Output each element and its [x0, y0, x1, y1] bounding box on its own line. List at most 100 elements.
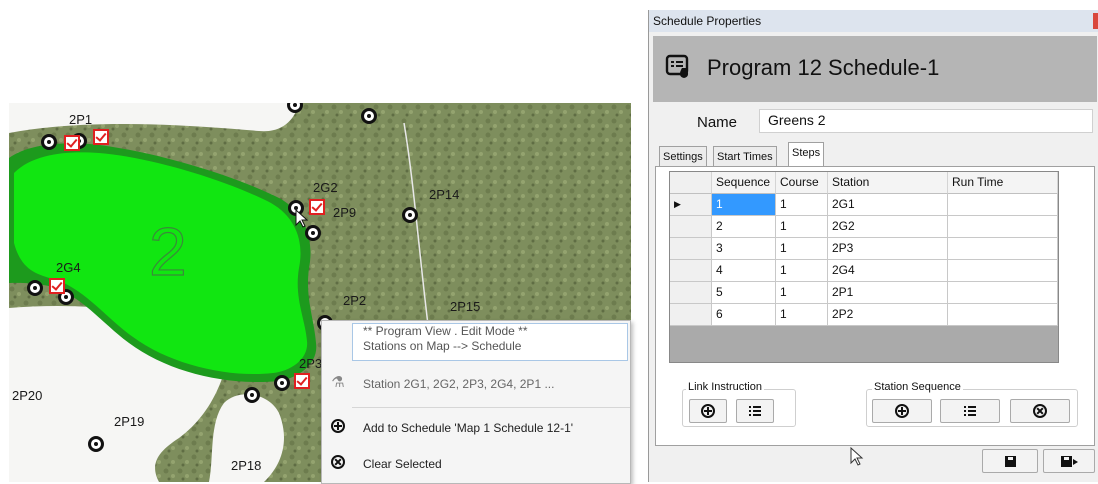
link-list-button[interactable] [736, 399, 774, 423]
cell-run-time[interactable] [948, 260, 1058, 282]
name-input[interactable]: Greens 2 [759, 109, 1093, 133]
clear-selected-label: Clear Selected [363, 457, 442, 471]
sprinkler-head[interactable] [27, 280, 43, 296]
station-label-2p19: 2P19 [114, 414, 145, 429]
save-and-close-button[interactable] [1043, 449, 1095, 473]
column-header-sequence[interactable]: Sequence [712, 172, 776, 194]
cell-station[interactable]: 2P2 [828, 304, 948, 326]
row-selector[interactable] [670, 282, 712, 304]
row-selector[interactable] [670, 238, 712, 260]
tab-start-times[interactable]: Start Times [713, 146, 777, 166]
table-row[interactable]: 6 1 2P2 [670, 304, 1058, 326]
program-schedule-icon [665, 54, 689, 78]
sprinkler-head[interactable] [244, 387, 260, 403]
row-selector[interactable] [670, 216, 712, 238]
station-sequence-label: Station Sequence [872, 381, 963, 393]
sprinkler-head[interactable] [402, 207, 418, 223]
add-to-schedule-menu-item[interactable]: Add to Schedule 'Map 1 Schedule 12-1' [322, 415, 630, 441]
row-selector[interactable] [670, 304, 712, 326]
station-label-2g4: 2G4 [56, 260, 81, 275]
cell-station[interactable]: 2G4 [828, 260, 948, 282]
window-titlebar[interactable]: Schedule Properties [649, 10, 1098, 32]
context-menu-header: ** Program View . Edit Mode ** Stations … [352, 323, 628, 361]
cell-course[interactable]: 1 [776, 260, 828, 282]
table-row[interactable]: 5 1 2P1 [670, 282, 1058, 304]
selected-check-icon[interactable] [49, 278, 65, 294]
row-selector[interactable]: ▶ [670, 194, 712, 216]
station-label-2g2: 2G2 [313, 180, 338, 195]
plus-circle-icon [895, 404, 909, 418]
schedule-title: Program 12 Schedule-1 [707, 55, 940, 80]
cell-course[interactable]: 1 [776, 216, 828, 238]
sprinkler-station-icon: ⚗ [331, 374, 345, 391]
list-icon [749, 406, 761, 416]
column-header-course[interactable]: Course [776, 172, 828, 194]
schedule-properties-dialog[interactable]: Schedule Properties Program 12 Schedule-… [648, 10, 1098, 482]
cell-run-time[interactable] [948, 238, 1058, 260]
link-instruction-label: Link Instruction [686, 381, 764, 393]
list-icon [964, 406, 976, 416]
cell-course[interactable]: 1 [776, 282, 828, 304]
tab-steps[interactable]: Steps [788, 142, 825, 167]
cell-course[interactable]: 1 [776, 238, 828, 260]
station-label-2p20: 2P20 [12, 388, 43, 403]
column-header-run-time[interactable]: Run Time [948, 172, 1058, 194]
cell-station[interactable]: 2P3 [828, 238, 948, 260]
map-context-menu[interactable]: ** Program View . Edit Mode ** Stations … [321, 320, 631, 484]
steps-grid[interactable]: Sequence Course Station Run Time ▶ 1 1 2… [669, 171, 1059, 363]
cell-run-time[interactable] [948, 194, 1058, 216]
menu-separator [352, 407, 630, 408]
sprinkler-head[interactable] [274, 375, 290, 391]
cell-run-time[interactable] [948, 304, 1058, 326]
cell-sequence[interactable]: 5 [712, 282, 776, 304]
close-window-button[interactable] [1093, 13, 1098, 29]
mouse-pointer-icon [850, 447, 864, 466]
table-row[interactable]: ▶ 1 1 2G1 [670, 194, 1058, 216]
station-remove-button[interactable] [1010, 399, 1070, 423]
sprinkler-head[interactable] [88, 436, 104, 452]
cell-sequence[interactable]: 3 [712, 238, 776, 260]
green-number-label: 2 [149, 214, 187, 290]
station-label-2p1: 2P1 [69, 112, 93, 127]
schedule-header: Program 12 Schedule-1 [653, 36, 1097, 102]
station-label-2p3: 2P3 [299, 356, 323, 371]
link-add-button[interactable] [689, 399, 727, 423]
cell-station[interactable]: 2G2 [828, 216, 948, 238]
table-row[interactable]: 2 1 2G2 [670, 216, 1058, 238]
window-title: Schedule Properties [653, 14, 762, 28]
cell-sequence[interactable]: 2 [712, 216, 776, 238]
selected-check-icon[interactable] [64, 135, 80, 151]
cell-station[interactable]: 2G1 [828, 194, 948, 216]
selected-check-icon[interactable] [309, 199, 325, 215]
grid-header-row: Sequence Course Station Run Time [670, 172, 1058, 194]
station-list-button[interactable] [940, 399, 1000, 423]
station-label-2p14: 2P14 [429, 187, 460, 202]
cell-course[interactable]: 1 [776, 194, 828, 216]
add-to-schedule-label: Add to Schedule 'Map 1 Schedule 12-1' [363, 421, 574, 435]
context-menu-direction-text: Stations on Map --> Schedule [363, 339, 522, 353]
table-row[interactable]: 3 1 2P3 [670, 238, 1058, 260]
cell-sequence[interactable]: 1 [712, 194, 776, 216]
clear-selected-menu-item[interactable]: Clear Selected [322, 451, 630, 477]
cell-run-time[interactable] [948, 282, 1058, 304]
tab-settings[interactable]: Settings [659, 146, 707, 166]
selected-check-icon[interactable] [294, 373, 310, 389]
close-circle-icon [330, 455, 346, 471]
save-button[interactable] [982, 449, 1038, 473]
cell-sequence[interactable]: 6 [712, 304, 776, 326]
save-icon [1004, 455, 1016, 467]
cell-sequence[interactable]: 4 [712, 260, 776, 282]
plus-circle-icon [701, 404, 715, 418]
steps-tab-panel: Sequence Course Station Run Time ▶ 1 1 2… [655, 166, 1095, 446]
column-header-station[interactable]: Station [828, 172, 948, 194]
sprinkler-head[interactable] [361, 108, 377, 124]
cell-station[interactable]: 2P1 [828, 282, 948, 304]
table-row[interactable]: 4 1 2G4 [670, 260, 1058, 282]
row-selector[interactable] [670, 260, 712, 282]
selected-check-icon[interactable] [93, 129, 109, 145]
station-add-button[interactable] [872, 399, 932, 423]
mouse-cursor-icon [295, 209, 309, 228]
sprinkler-head[interactable] [41, 134, 57, 150]
cell-run-time[interactable] [948, 216, 1058, 238]
cell-course[interactable]: 1 [776, 304, 828, 326]
